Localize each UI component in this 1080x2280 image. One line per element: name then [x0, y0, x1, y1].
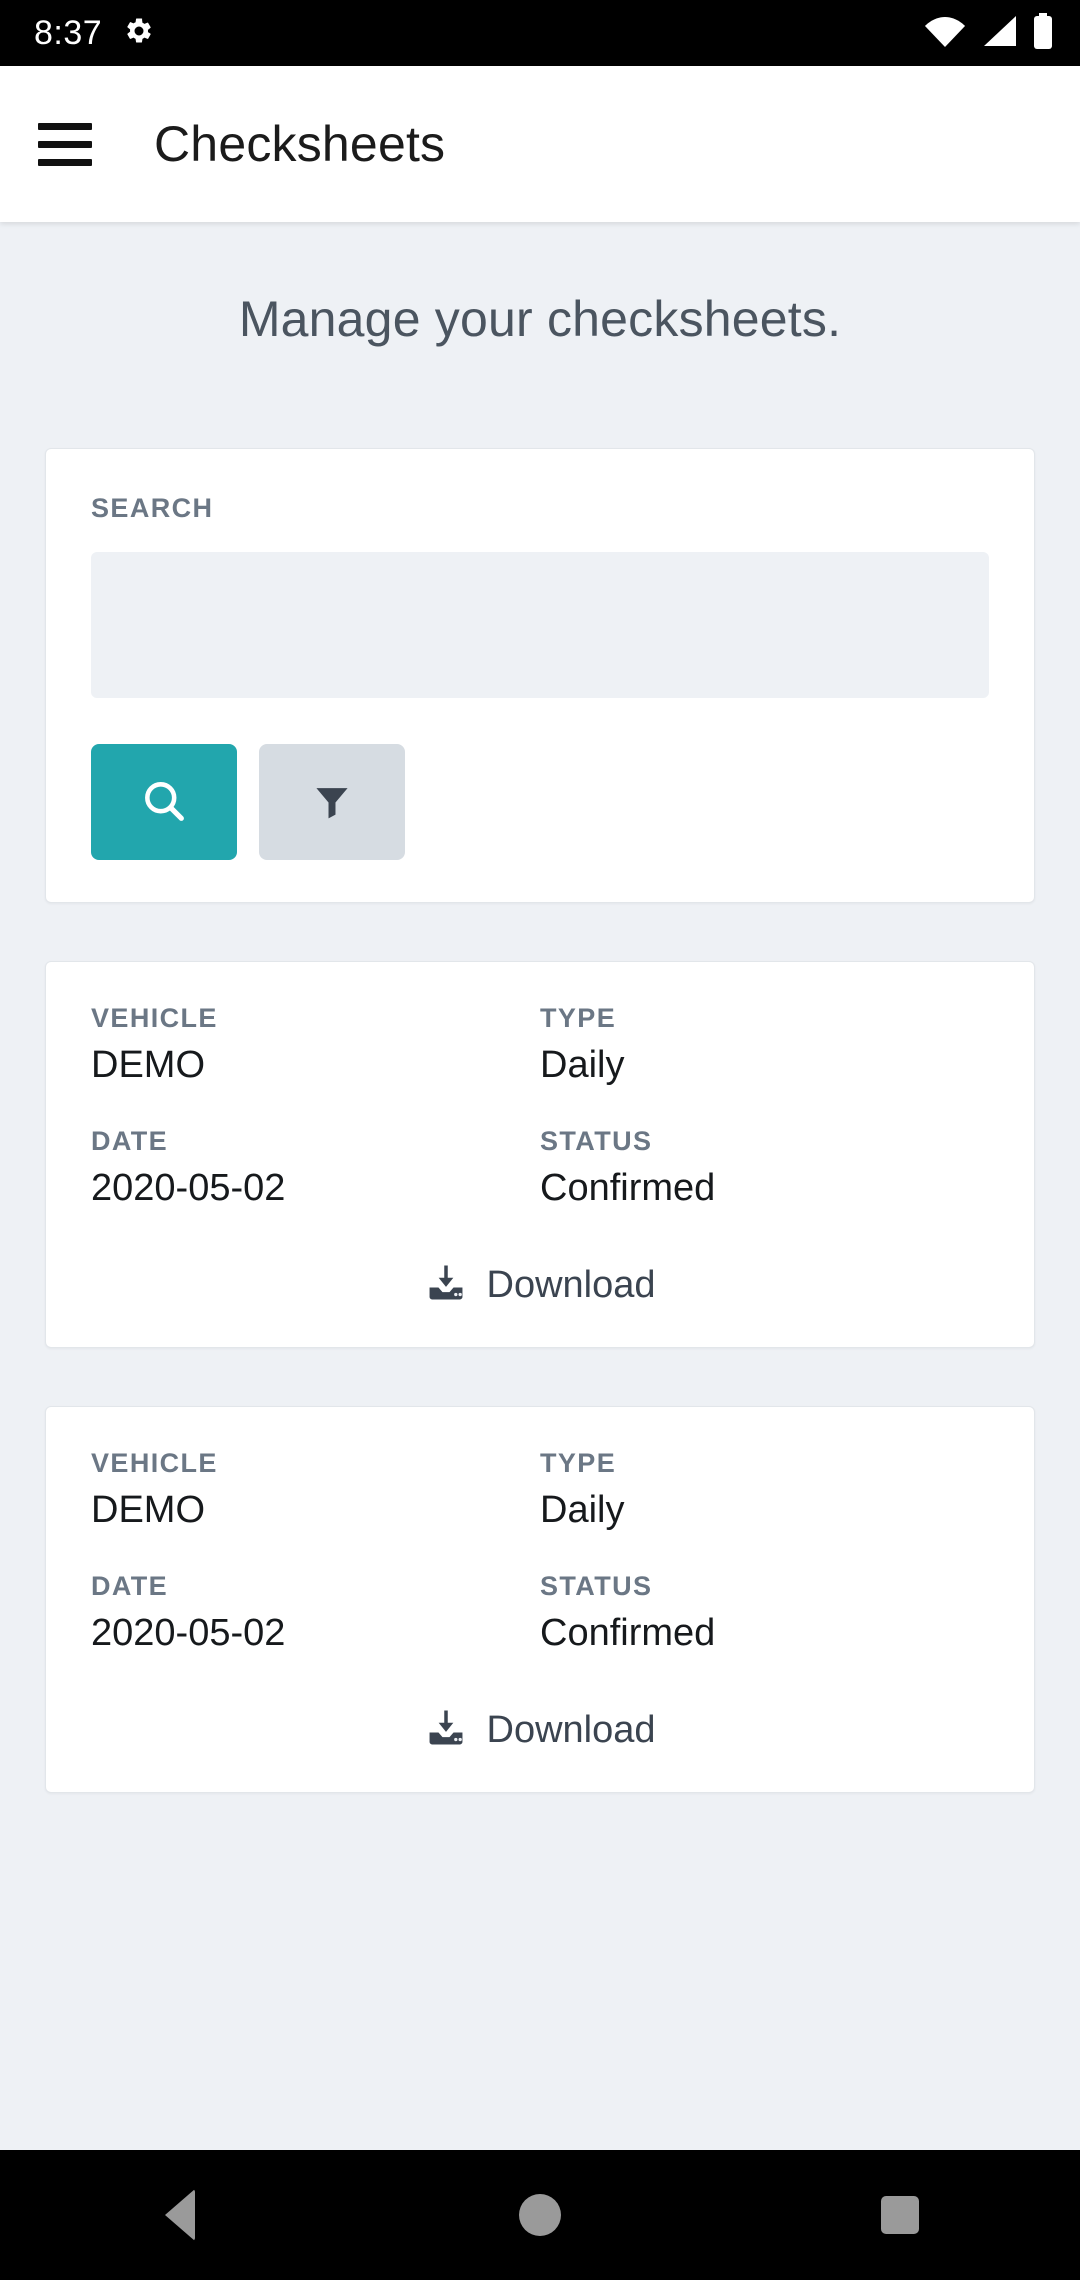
status-label: STATUS	[540, 1126, 653, 1157]
filter-button[interactable]	[259, 744, 405, 860]
date-value: 2020-05-02	[91, 1166, 286, 1209]
vehicle-value: DEMO	[91, 1043, 205, 1086]
checksheet-fields: VEHICLE DEMO TYPE Daily DATE 2020-05-02 …	[91, 1002, 989, 1218]
download-label: Download	[486, 1709, 656, 1752]
download-button[interactable]: Download	[91, 1707, 989, 1754]
status-bar-right	[924, 12, 1054, 54]
checksheet-card[interactable]: VEHICLE DEMO TYPE Daily DATE 2020-05-02 …	[45, 961, 1035, 1349]
download-label: Download	[486, 1264, 656, 1307]
type-value: Daily	[540, 1043, 625, 1086]
vehicle-field: VEHICLE DEMO	[91, 1002, 540, 1095]
vehicle-label: VEHICLE	[91, 1448, 218, 1479]
status-field: STATUS Confirmed	[540, 1125, 989, 1218]
search-button[interactable]	[91, 744, 237, 860]
hamburger-bar	[38, 158, 92, 166]
status-bar: 8:37	[0, 0, 1080, 66]
type-label: TYPE	[540, 1448, 617, 1479]
back-nav-icon[interactable]	[105, 2150, 255, 2280]
download-icon	[425, 1262, 467, 1309]
status-value: Confirmed	[540, 1166, 716, 1209]
app-bar: Checksheets	[0, 66, 1080, 222]
recents-nav-icon[interactable]	[825, 2150, 975, 2280]
type-value: Daily	[540, 1488, 625, 1531]
hamburger-bar	[38, 122, 92, 130]
date-value: 2020-05-02	[91, 1611, 286, 1654]
filter-funnel-icon	[310, 779, 354, 826]
recents-square	[881, 2196, 919, 2234]
checksheet-card[interactable]: VEHICLE DEMO TYPE Daily DATE 2020-05-02 …	[45, 1406, 1035, 1794]
search-input[interactable]	[91, 552, 989, 698]
cellular-signal-icon	[980, 14, 1018, 53]
date-label: DATE	[91, 1126, 169, 1157]
type-field: TYPE Daily	[540, 1447, 989, 1540]
android-nav-bar	[0, 2150, 1080, 2280]
vehicle-value: DEMO	[91, 1488, 205, 1531]
status-field: STATUS Confirmed	[540, 1570, 989, 1663]
page-title: Checksheets	[154, 116, 446, 172]
field-row-spacer	[91, 1095, 989, 1125]
battery-icon	[1032, 12, 1054, 54]
back-triangle	[165, 2189, 195, 2241]
hamburger-bar	[38, 140, 92, 148]
download-button[interactable]: Download	[91, 1262, 989, 1309]
date-field: DATE 2020-05-02	[91, 1570, 540, 1663]
date-label: DATE	[91, 1571, 169, 1602]
checksheet-fields: VEHICLE DEMO TYPE Daily DATE 2020-05-02 …	[91, 1447, 989, 1663]
search-icon	[138, 775, 190, 830]
vehicle-label: VEHICLE	[91, 1003, 218, 1033]
vehicle-field: VEHICLE DEMO	[91, 1447, 540, 1540]
status-label: STATUS	[540, 1571, 653, 1602]
phone-screen: 8:37 Checksheets Manage your checksheets…	[0, 0, 1080, 2280]
status-value: Confirmed	[540, 1611, 716, 1654]
search-label: SEARCH	[91, 493, 214, 523]
hamburger-menu-icon[interactable]	[34, 112, 98, 176]
gear-icon	[124, 16, 154, 51]
wifi-icon	[924, 14, 966, 53]
page-heading: Manage your checksheets.	[238, 291, 842, 347]
home-circle	[519, 2194, 561, 2236]
field-row-spacer	[91, 1540, 989, 1570]
type-label: TYPE	[540, 1003, 617, 1033]
home-nav-icon[interactable]	[465, 2150, 615, 2280]
status-bar-left: 8:37	[34, 16, 154, 51]
date-field: DATE 2020-05-02	[91, 1125, 540, 1218]
status-clock: 8:37	[34, 14, 103, 52]
main-content: Manage your checksheets. SEARCH VEHICLE …	[0, 222, 1080, 2150]
type-field: TYPE Daily	[540, 1002, 989, 1095]
search-card: SEARCH	[45, 448, 1035, 903]
search-actions	[91, 744, 989, 860]
download-icon	[425, 1707, 467, 1754]
